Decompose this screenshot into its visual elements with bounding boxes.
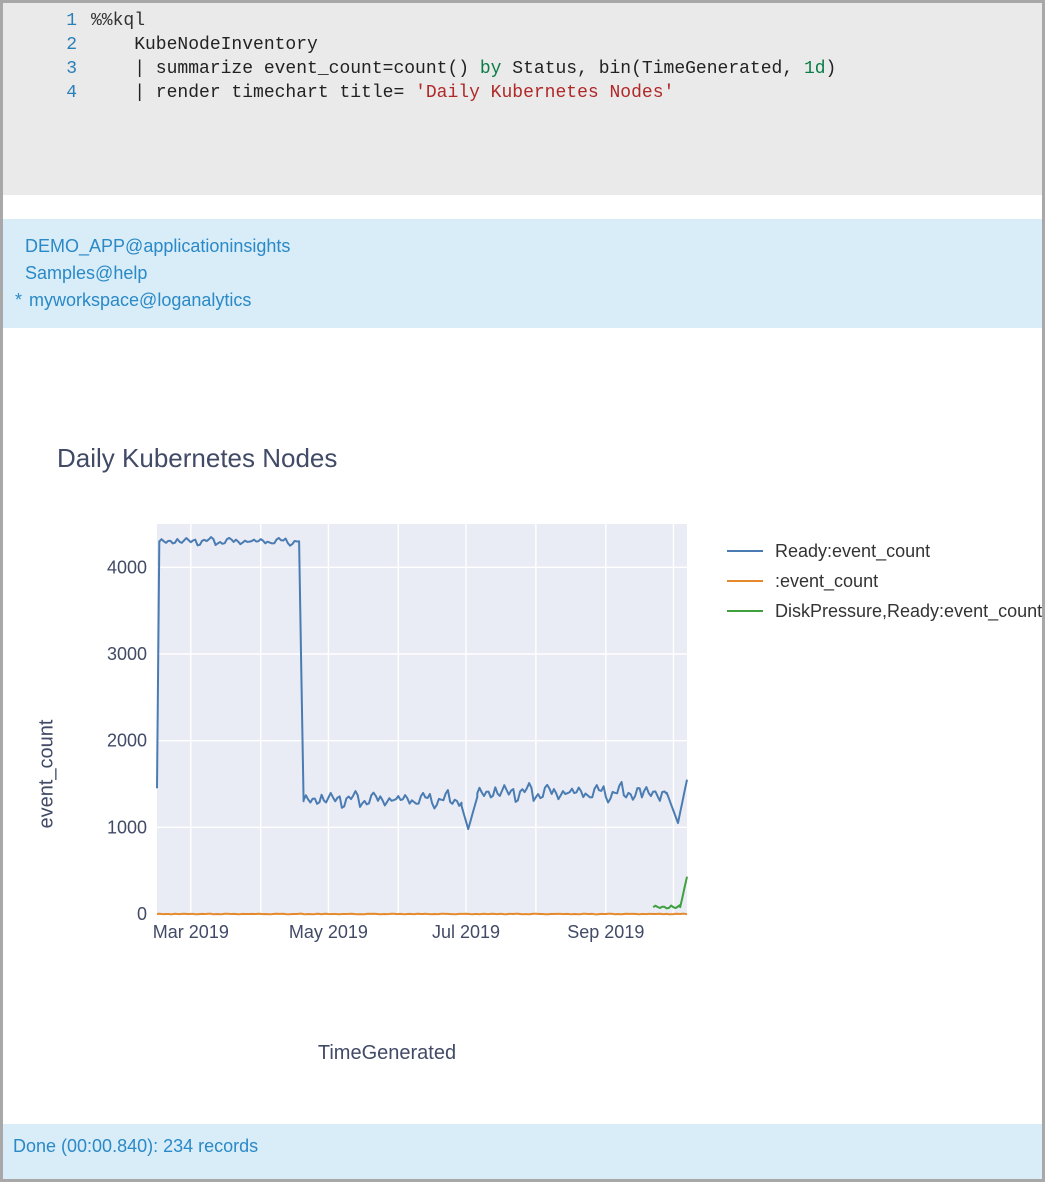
code-text[interactable]: | render timechart title= 'Daily Kuberne…	[91, 81, 1042, 105]
code-text[interactable]: | summarize event_count=count() by Statu…	[91, 57, 1042, 81]
status-bar: Done (00:00.840): 234 records	[3, 1124, 1042, 1179]
code-line[interactable]: 1%%kql	[3, 9, 1042, 33]
workspace-item[interactable]: DEMO_APP@applicationinsights	[15, 233, 1030, 260]
code-line[interactable]: 2 KubeNodeInventory	[3, 33, 1042, 57]
legend-swatch	[727, 610, 763, 612]
legend[interactable]: Ready:event_count :event_count DiskPressur…	[727, 536, 1042, 626]
y-tick-label: 2000	[107, 731, 147, 751]
code-text[interactable]: KubeNodeInventory	[91, 33, 1042, 57]
active-marker: *	[15, 290, 24, 310]
legend-item[interactable]: :event_count	[727, 566, 1042, 596]
x-tick-label: May 2019	[289, 922, 368, 942]
notebook-cell-frame: 1%%kql2 KubeNodeInventory3 | summarize e…	[3, 3, 1042, 1179]
chart-svg[interactable]: 0 1000 2000 3000 4000 Mar 2019 May 2019 Jul 201…	[87, 524, 697, 969]
workspace-label: myworkspace@loganalytics	[29, 290, 251, 310]
legend-swatch	[727, 580, 763, 582]
code-line[interactable]: 4 | render timechart title= 'Daily Kuber…	[3, 81, 1042, 105]
x-tick-label: Mar 2019	[153, 922, 229, 942]
chart-output: Daily Kubernetes Nodes event_count 0 1000…	[3, 328, 1042, 1124]
line-number: 2	[3, 33, 91, 57]
line-number: 1	[3, 9, 91, 33]
code-cell[interactable]: 1%%kql2 KubeNodeInventory3 | summarize e…	[3, 3, 1042, 195]
series-line[interactable]	[157, 914, 687, 915]
legend-label: Ready:event_count	[775, 541, 930, 562]
code-line[interactable]: 3 | summarize event_count=count() by Sta…	[3, 57, 1042, 81]
code-text[interactable]: %%kql	[91, 9, 1042, 33]
legend-label: :event_count	[775, 571, 878, 592]
workspace-item[interactable]: Samples@help	[15, 260, 1030, 287]
workspace-list: DEMO_APP@applicationinsights Samples@hel…	[3, 219, 1042, 328]
y-tick-label: 4000	[107, 557, 147, 577]
workspace-label: DEMO_APP@applicationinsights	[25, 236, 290, 256]
line-number: 4	[3, 81, 91, 105]
workspace-label: Samples@help	[25, 263, 147, 283]
line-number: 3	[3, 57, 91, 81]
y-tick-label: 0	[137, 904, 147, 924]
workspace-item[interactable]: * myworkspace@loganalytics	[15, 287, 1030, 314]
x-axis-label: TimeGenerated	[107, 1042, 667, 1065]
plot-zone[interactable]: event_count 01000200030004000Mar 2019May…	[87, 524, 1022, 1024]
y-tick-label: 3000	[107, 644, 147, 664]
x-tick-label: Sep 2019	[567, 922, 644, 942]
y-tick-label: 1000	[107, 817, 147, 837]
y-axis-label: event_count	[36, 720, 59, 829]
legend-swatch	[727, 550, 763, 552]
x-tick-label: Jul 2019	[432, 922, 500, 942]
legend-item[interactable]: Ready:event_count	[727, 536, 1042, 566]
legend-label: DiskPressure,Ready:event_count	[775, 601, 1042, 622]
legend-item[interactable]: DiskPressure,Ready:event_count	[727, 596, 1042, 626]
status-text: Done (00:00.840): 234 records	[13, 1136, 258, 1156]
chart-title: Daily Kubernetes Nodes	[57, 443, 1022, 474]
